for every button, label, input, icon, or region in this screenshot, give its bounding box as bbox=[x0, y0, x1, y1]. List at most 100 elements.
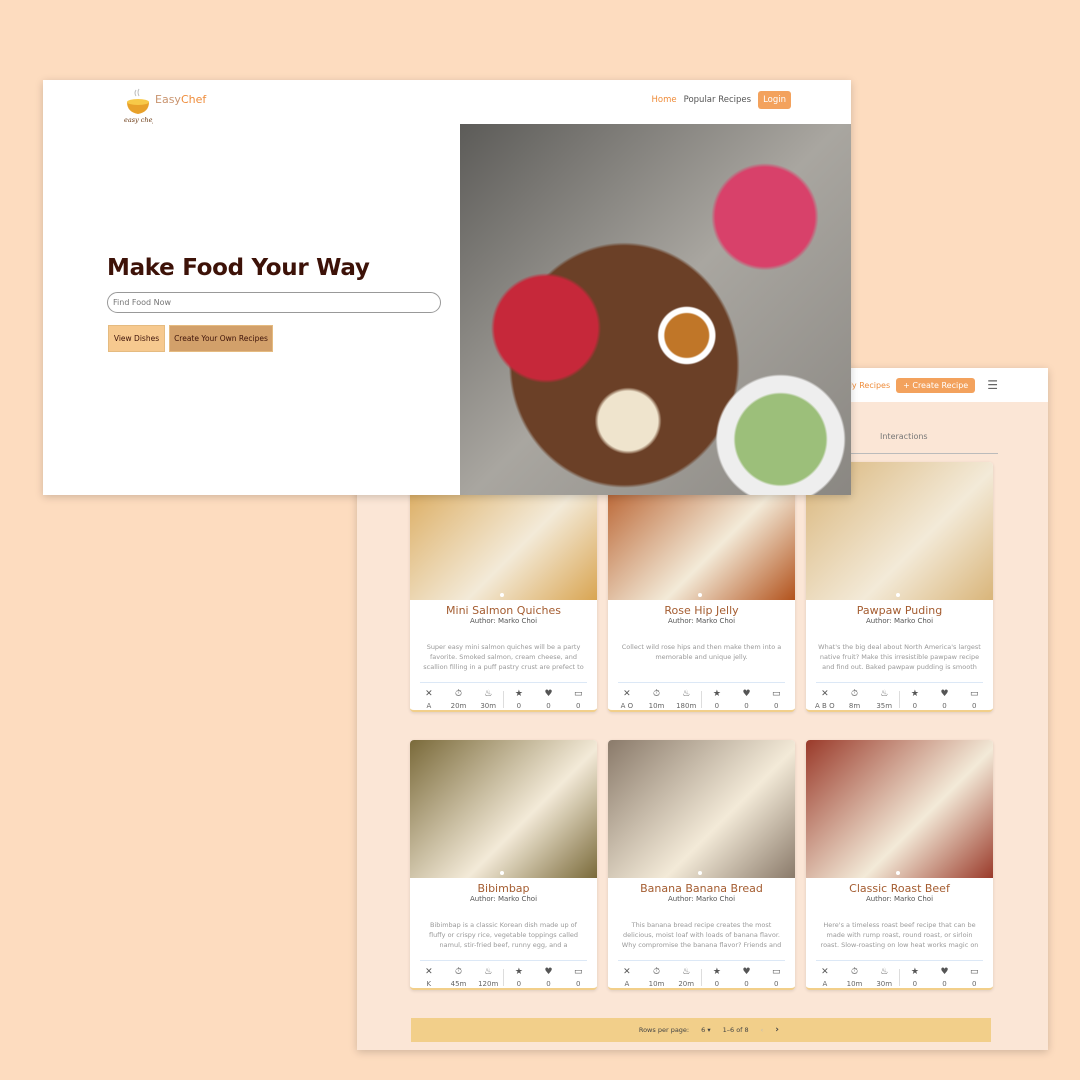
stat-comments: ▭ 0 bbox=[563, 967, 593, 988]
stat-value: 0 bbox=[516, 702, 522, 710]
recipe-title[interactable]: Mini Salmon Quiches bbox=[410, 604, 597, 617]
stat-value: 10m bbox=[648, 702, 665, 710]
create-recipe-label: Create Recipe bbox=[912, 380, 969, 390]
recipe-title[interactable]: Bibimbap bbox=[410, 882, 597, 895]
stat-cook: ♨ 30m bbox=[869, 967, 899, 988]
recipe-description: Here's a timeless roast beef recipe that… bbox=[820, 921, 979, 949]
recipe-description: Bibimbap is a classic Korean dish made u… bbox=[428, 921, 579, 949]
next-page-icon[interactable]: › bbox=[775, 1025, 779, 1035]
comment-icon: ▭ bbox=[771, 689, 781, 699]
stat-value: 0 bbox=[971, 980, 977, 988]
recipe-title[interactable]: Pawpaw Puding bbox=[806, 604, 993, 617]
recipe-card[interactable]: Rose Hip Jelly Author: Marko Choi Collec… bbox=[608, 462, 795, 712]
comment-icon: ▭ bbox=[573, 689, 583, 699]
stat-value: 180m bbox=[676, 702, 697, 710]
stat-prep: ⏱ 45m bbox=[444, 967, 474, 988]
recipe-card[interactable]: Pawpaw Puding Author: Marko Choi What's … bbox=[806, 462, 993, 712]
stat-likes: ♥ 0 bbox=[534, 689, 564, 710]
stat-comments: ▭ 0 bbox=[959, 967, 989, 988]
heart-icon: ♥ bbox=[742, 689, 751, 699]
recipe-stats: ✕ A B O ⏱ 8m ♨ 35m ★ 0 ♥ 0 ▭ 0 bbox=[806, 683, 993, 710]
stat-diet: ✕ A bbox=[810, 967, 840, 988]
stat-comments: ▭ 0 bbox=[761, 967, 791, 988]
recipe-author: Author: Marko Choi bbox=[865, 895, 934, 903]
utensils-icon: ✕ bbox=[821, 689, 829, 699]
brand-name[interactable]: EasyChef bbox=[155, 93, 206, 106]
recipe-stats: ✕ A O ⏱ 10m ♨ 180m ★ 0 ♥ 0 ▭ 0 bbox=[608, 683, 795, 710]
recipe-card[interactable]: Bibimbap Author: Marko Choi Bibimbap is … bbox=[410, 740, 597, 990]
create-recipe-button[interactable]: + Create Recipe bbox=[896, 377, 976, 393]
create-own-recipes-button[interactable]: Create Your Own Recipes bbox=[169, 325, 273, 352]
nav-home[interactable]: Home bbox=[652, 95, 677, 105]
stat-likes: ♥ 0 bbox=[732, 689, 762, 710]
recipe-title[interactable]: Classic Roast Beef bbox=[806, 882, 993, 895]
stat-value: 120m bbox=[478, 980, 499, 988]
recipe-image[interactable] bbox=[410, 740, 597, 878]
timer-icon: ⏱ bbox=[454, 967, 463, 977]
recipe-title[interactable]: Banana Banana Bread bbox=[608, 882, 795, 895]
stat-prep: ⏱ 10m bbox=[642, 967, 672, 988]
stat-value: 20m bbox=[450, 702, 467, 710]
pagination: Rows per page: 6 ▾ 1–6 of 8 ‹ › bbox=[411, 1018, 991, 1042]
utensils-icon: ✕ bbox=[623, 689, 631, 699]
timer-icon: ⏱ bbox=[850, 689, 859, 699]
recipe-title[interactable]: Rose Hip Jelly bbox=[608, 604, 795, 617]
recipe-description: Super easy mini salmon quiches will be a… bbox=[423, 643, 584, 671]
carousel-dot bbox=[500, 871, 504, 875]
recipe-author: Author: Marko Choi bbox=[667, 617, 736, 625]
landing-nav: Home Popular Recipes Login bbox=[652, 91, 791, 109]
recipe-card[interactable]: Classic Roast Beef Author: Marko Choi He… bbox=[806, 740, 993, 990]
carousel-dot bbox=[500, 593, 504, 597]
nav-my-recipes[interactable]: My Recipes bbox=[845, 381, 890, 390]
view-dishes-button[interactable]: View Dishes bbox=[108, 325, 165, 352]
star-icon: ★ bbox=[712, 967, 721, 977]
nav-popular-recipes[interactable]: Popular Recipes bbox=[684, 95, 751, 105]
stat-value: 30m bbox=[480, 702, 497, 710]
stat-likes: ♥ 0 bbox=[732, 967, 762, 988]
recipe-stats: ✕ A ⏱ 10m ♨ 20m ★ 0 ♥ 0 ▭ 0 bbox=[608, 961, 795, 988]
stat-value: 0 bbox=[912, 702, 918, 710]
utensils-icon: ✕ bbox=[425, 967, 433, 977]
tab-interactions[interactable]: Interactions bbox=[880, 432, 928, 441]
star-icon: ★ bbox=[712, 689, 721, 699]
star-icon: ★ bbox=[910, 967, 919, 977]
recipe-description: Collect wild rose hips and then make the… bbox=[621, 643, 782, 661]
stat-value: 0 bbox=[714, 702, 720, 710]
login-button[interactable]: Login bbox=[758, 91, 791, 109]
recipe-author: Author: Marko Choi bbox=[469, 895, 538, 903]
recipe-image[interactable] bbox=[608, 740, 795, 878]
utensils-icon: ✕ bbox=[623, 967, 631, 977]
utensils-icon: ✕ bbox=[425, 689, 433, 699]
timer-icon: ⏱ bbox=[850, 967, 859, 977]
rows-per-page-label: Rows per page: bbox=[638, 1026, 690, 1034]
easychef-logo: easy chef bbox=[124, 88, 153, 124]
stat-cook: ♨ 120m bbox=[473, 967, 503, 988]
stat-comments: ▭ 0 bbox=[761, 689, 791, 710]
stat-rating: ★ 0 bbox=[702, 967, 732, 988]
stat-value: 20m bbox=[678, 980, 695, 988]
carousel-dot bbox=[896, 871, 900, 875]
comment-icon: ▭ bbox=[771, 967, 781, 977]
stat-rating: ★ 0 bbox=[702, 689, 732, 710]
stat-value: 8m bbox=[848, 702, 861, 710]
stat-comments: ▭ 0 bbox=[563, 689, 593, 710]
recipe-author: Author: Marko Choi bbox=[865, 617, 934, 625]
hamburger-icon[interactable]: ☰ bbox=[987, 378, 998, 392]
stat-value: 0 bbox=[942, 702, 947, 710]
timer-icon: ⏱ bbox=[652, 967, 661, 977]
recipe-card[interactable]: Banana Banana Bread Author: Marko Choi T… bbox=[608, 740, 795, 990]
recipe-description: This banana bread recipe creates the mos… bbox=[621, 921, 782, 949]
recipe-card[interactable]: Mini Salmon Quiches Author: Marko Choi S… bbox=[410, 462, 597, 712]
comment-icon: ▭ bbox=[573, 967, 583, 977]
landing-window: easy chef EasyChef Home Popular Recipes … bbox=[43, 80, 851, 495]
prev-page-icon[interactable]: ‹ bbox=[761, 1026, 764, 1034]
recipe-image[interactable] bbox=[806, 740, 993, 878]
comment-icon: ▭ bbox=[969, 967, 979, 977]
stat-value: 0 bbox=[942, 980, 947, 988]
stat-value: 0 bbox=[971, 702, 977, 710]
utensils-icon: ✕ bbox=[821, 967, 829, 977]
search-input[interactable] bbox=[107, 292, 441, 313]
stat-diet: ✕ A B O bbox=[810, 689, 840, 710]
rows-per-page-select[interactable]: 6 ▾ bbox=[701, 1026, 710, 1034]
stat-value: A bbox=[624, 980, 630, 988]
